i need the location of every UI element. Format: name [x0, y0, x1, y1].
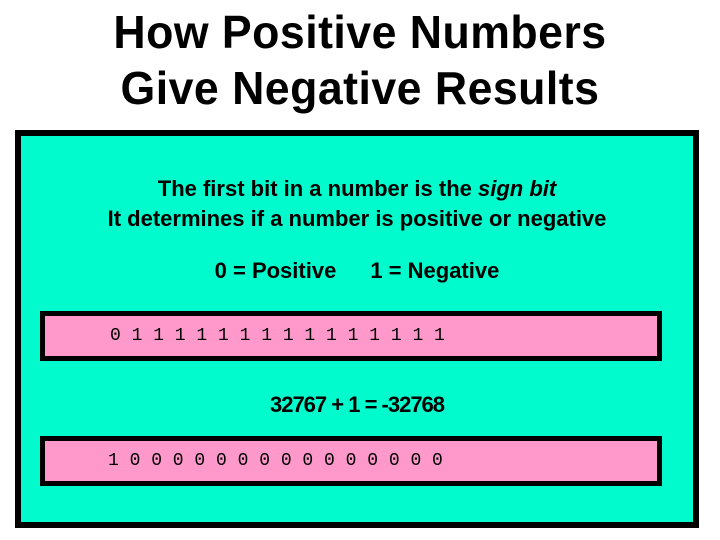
overflow-equation: 32767 + 1 = -32768	[269, 392, 445, 417]
sign-legend: 0 = Positive 1 = Negative	[21, 256, 693, 286]
title-line-2: Give Negative Results	[120, 62, 600, 114]
bit-box-max-positive: 0 1 1 1 1 1 1 1 1 1 1 1 1 1 1 1	[40, 311, 662, 361]
sign-bit-statement: The first bit in a number is the sign bi…	[21, 174, 693, 204]
sign-bit-statement-prefix: The first bit in a number is the	[157, 176, 479, 201]
sign-bit-explanation: It determines if a number is positive or…	[107, 206, 607, 231]
legend-negative: 1 = Negative	[370, 258, 500, 283]
bit-box-result: 1 0 0 0 0 0 0 0 0 0 0 0 0 0 0 0	[40, 436, 662, 486]
sign-bit-term: sign bit	[478, 176, 557, 201]
slide-title: How Positive Numbers Give Negative Resul…	[11, 4, 709, 116]
content-panel: The first bit in a number is the sign bi…	[15, 130, 699, 528]
title-line-1: How Positive Numbers	[113, 6, 607, 58]
bit-sequence-result: 1 0 0 0 0 0 0 0 0 0 0 0 0 0 0 0	[108, 451, 443, 471]
legend-positive: 0 = Positive	[214, 258, 337, 283]
bit-sequence-max-positive: 0 1 1 1 1 1 1 1 1 1 1 1 1 1 1 1	[110, 326, 445, 346]
